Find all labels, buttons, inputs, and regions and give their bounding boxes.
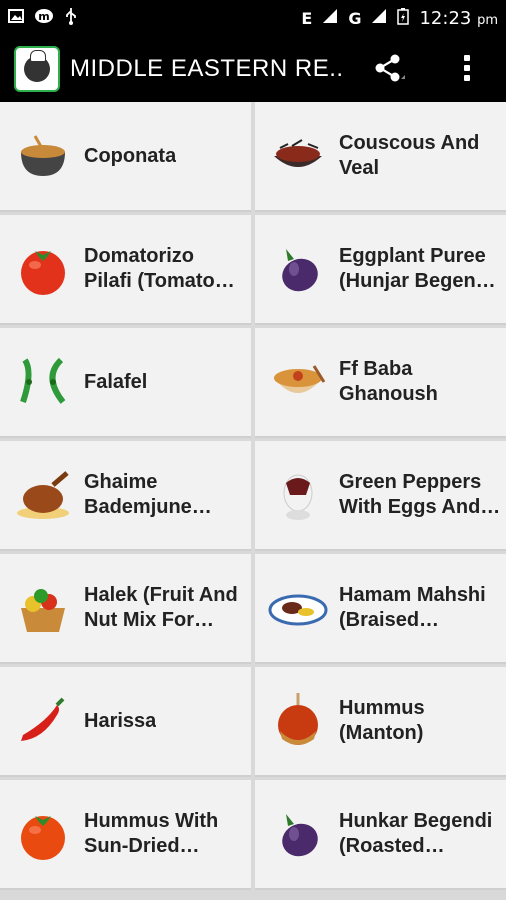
recipe-name: Halek (Fruit And Nut Mix For… [84, 584, 238, 631]
lobster-bowl-icon [267, 125, 329, 187]
recipe-name: Falafel [84, 370, 148, 393]
clock: 12:23 pm [419, 7, 498, 29]
recipe-card[interactable]: Eggplant Puree (Hunjar Begen… [255, 215, 506, 325]
status-bar: m E G 12:23 pm [0, 0, 506, 36]
recipe-name: Harissa [84, 709, 157, 732]
recipe-name: Hamam Mahshi (Braised… [339, 584, 486, 631]
egg-cup-icon [267, 464, 329, 526]
signal-icon [322, 8, 338, 29]
tomato-icon [12, 803, 74, 865]
recipe-name: Ghaime Bademjune… [84, 471, 212, 518]
overflow-menu-button[interactable] [452, 50, 482, 86]
recipe-name: Ff Baba Ghanoush [339, 358, 438, 405]
recipe-row: Ghaime Bademjune… Green Peppers With Eggs… [0, 441, 506, 554]
share-button[interactable] [370, 50, 406, 86]
app-logo-icon[interactable] [14, 46, 60, 92]
plate-dish-icon [267, 577, 329, 639]
more-vert-icon [464, 65, 470, 71]
tomato-icon [12, 238, 74, 300]
recipe-name: Green Peppers With Eggs And… [339, 471, 501, 518]
recipe-name: Domatorizo Pilafi (Tomato… [84, 245, 235, 292]
recipe-card[interactable]: Ghaime Bademjune… [0, 441, 251, 551]
caramel-apple-icon [267, 690, 329, 752]
recipe-row: Harissa Hummus (Manton) [0, 667, 506, 780]
battery-charging-icon [397, 7, 410, 30]
recipe-card[interactable]: Hummus With Sun-Dried… [0, 780, 251, 890]
recipe-row: Hummus With Sun-Dried… Hunkar Begendi (Ro… [0, 780, 506, 893]
eggplant-icon [267, 803, 329, 865]
app-bar: MIDDLE EASTERN RE.. [0, 36, 506, 102]
recipe-card[interactable]: Domatorizo Pilafi (Tomato… [0, 215, 251, 325]
recipe-card[interactable]: Couscous And Veal [255, 102, 506, 212]
recipe-name: Hummus (Manton) [339, 697, 425, 744]
signal-icon-2 [371, 8, 387, 29]
recipe-name: Hummus With Sun-Dried… [84, 810, 219, 857]
recipe-card[interactable]: Harissa [0, 667, 251, 777]
recipe-name: Hunkar Begendi (Roasted… [339, 810, 493, 857]
recipe-name: Couscous And Veal [339, 132, 480, 179]
recipe-card[interactable]: Green Peppers With Eggs And… [255, 441, 506, 551]
eggplant-icon [267, 238, 329, 300]
network-type-label: E [301, 8, 313, 28]
recipe-row: Coponata Couscous And Veal [0, 102, 506, 215]
recipe-card[interactable]: Ff Baba Ghanoush [255, 328, 506, 438]
usb-icon [64, 7, 78, 30]
app-title: MIDDLE EASTERN RE.. [70, 55, 344, 82]
recipe-grid: Coponata Couscous And Veal Domatorizo Pila… [0, 102, 506, 893]
recipe-card[interactable]: Falafel [0, 328, 251, 438]
recipe-row: Falafel Ff Baba Ghanoush [0, 328, 506, 441]
recipe-name: Coponata [84, 144, 177, 167]
recipe-card[interactable]: Hummus (Manton) [255, 667, 506, 777]
chili-pepper-icon [12, 690, 74, 752]
svg-text:m: m [38, 10, 49, 23]
roast-chicken-icon [12, 464, 74, 526]
bowl-dish-icon [267, 351, 329, 413]
recipe-row: Halek (Fruit And Nut Mix For… Hamam Mahsh… [0, 554, 506, 667]
recipe-name: Eggplant Puree (Hunjar Begen… [339, 245, 496, 292]
recipe-card[interactable]: Halek (Fruit And Nut Mix For… [0, 554, 251, 664]
network-type-label-2: G [348, 8, 362, 28]
soup-pot-icon [12, 125, 74, 187]
m-app-icon: m [34, 8, 54, 29]
fruit-basket-icon [12, 577, 74, 639]
recipe-card[interactable]: Hamam Mahshi (Braised… [255, 554, 506, 664]
image-icon [8, 8, 24, 29]
share-icon [375, 54, 405, 82]
recipe-row: Domatorizo Pilafi (Tomato… Eggplant Puree… [0, 215, 506, 328]
recipe-card[interactable]: Coponata [0, 102, 251, 212]
recipe-card[interactable]: Hunkar Begendi (Roasted… [255, 780, 506, 890]
peas-icon [12, 351, 74, 413]
